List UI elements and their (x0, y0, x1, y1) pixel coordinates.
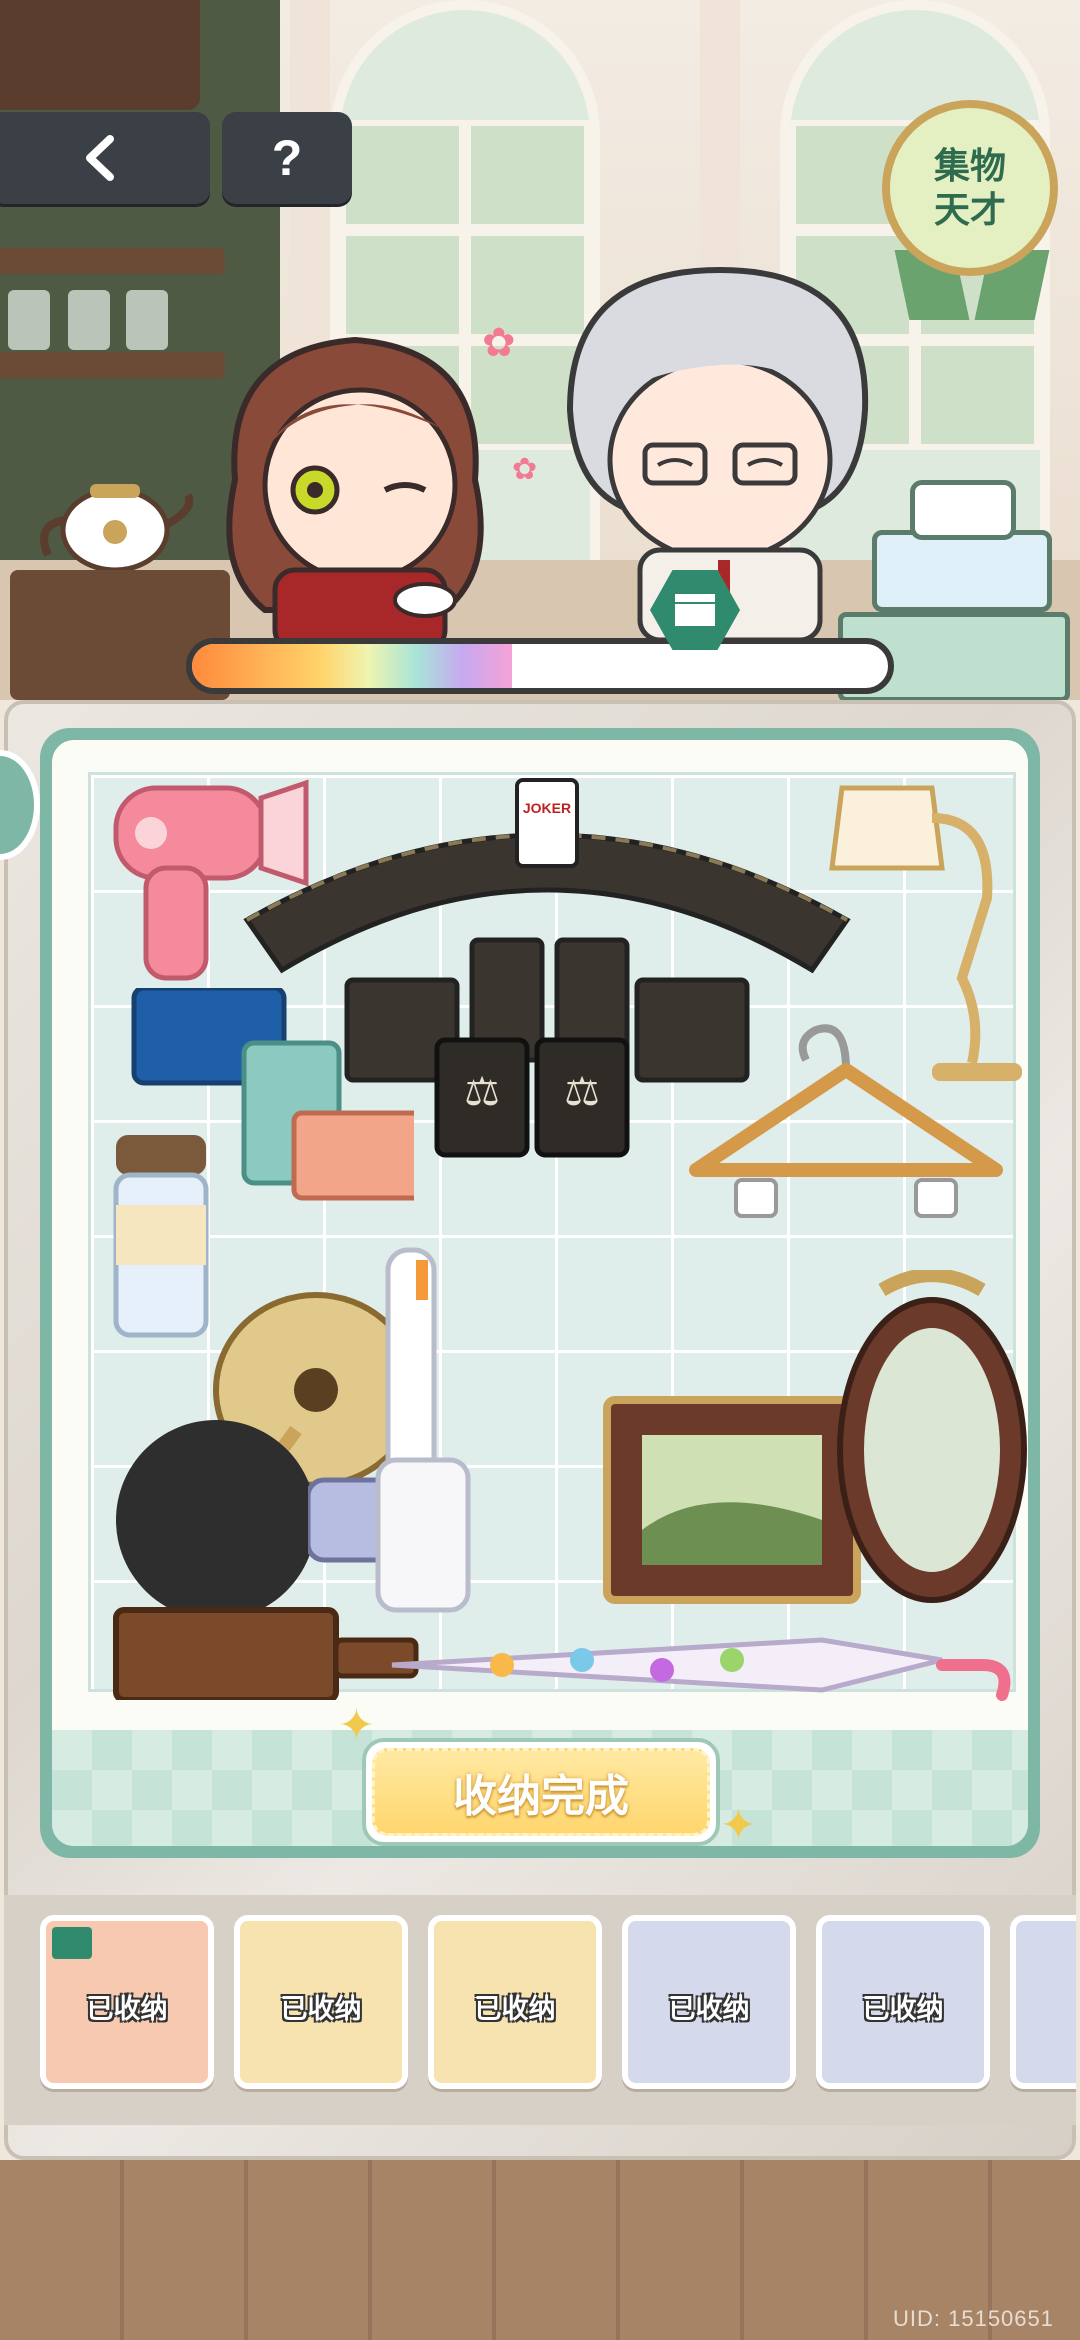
chevron-left-icon (86, 135, 114, 181)
storage-complete-button[interactable]: 收纳完成 (362, 1738, 720, 1846)
back-button[interactable] (0, 112, 210, 204)
jar (8, 290, 50, 350)
badge-medal: 集物 天才 (882, 100, 1058, 276)
inventory-card-cards[interactable]: 已收纳 (40, 1915, 214, 2089)
inventory-card-umbrella[interactable]: 已收纳 (622, 1915, 796, 2089)
girl-character (226, 336, 484, 650)
teapot-icon (40, 484, 194, 573)
badge-title: 集物 天才 (933, 145, 1006, 230)
inventory-card-vacuum[interactable]: 已收纳 (816, 1915, 990, 2089)
inventory-card-frame[interactable]: 已收纳 (234, 1915, 408, 2089)
wall-cabinet (0, 0, 200, 110)
sparkle-icon: ✦ (720, 1801, 757, 1850)
oval-mirror-item[interactable] (822, 1270, 1028, 1610)
svg-text:⚖: ⚖ (464, 1070, 500, 1114)
vacuum-item[interactable] (308, 1240, 508, 1620)
help-button[interactable]: ? (222, 112, 352, 204)
achievement-badge[interactable]: 集物 天才 (872, 100, 1068, 320)
inventory-status: 已收纳 (474, 1994, 556, 2024)
storage-board: ⚖ ⚖ JOKER (40, 728, 1040, 1858)
heart-icon: ✿ (482, 321, 516, 365)
storage-complete-label: 收纳完成 (372, 1748, 710, 1836)
svg-text:⚖: ⚖ (564, 1070, 600, 1114)
help-label: ? (271, 130, 303, 186)
shelf (0, 248, 225, 274)
shelf (0, 352, 225, 378)
inventory-status: 已收纳 (86, 1994, 168, 2024)
clothes-hanger-item[interactable] (676, 1000, 1016, 1230)
clapperboard-icon (52, 1927, 92, 1959)
inventory-status: 已收纳 (668, 1994, 750, 2024)
user-id: UID: 15150651 (893, 2306, 1054, 2331)
jar (126, 290, 168, 350)
inventory-status: 已收纳 (862, 1994, 944, 2024)
tissue-box (910, 480, 1016, 540)
inventory-strip: 已收纳 已收纳 已收纳 已收纳 已收纳 (4, 1895, 1076, 2125)
jar (68, 290, 110, 350)
inventory-status: 已收纳 (280, 1994, 362, 2024)
umbrella-item[interactable] (382, 1620, 1022, 1710)
inventory-card-partial[interactable] (1010, 1915, 1076, 2089)
joker-card-label: JOKER (522, 800, 572, 816)
inventory-card-gramophone[interactable]: 已收纳 (428, 1915, 602, 2089)
progress-fill (192, 644, 513, 688)
gift-box (872, 530, 1052, 612)
heart-icon: ✿ (512, 453, 538, 486)
progress-bar (186, 638, 894, 694)
